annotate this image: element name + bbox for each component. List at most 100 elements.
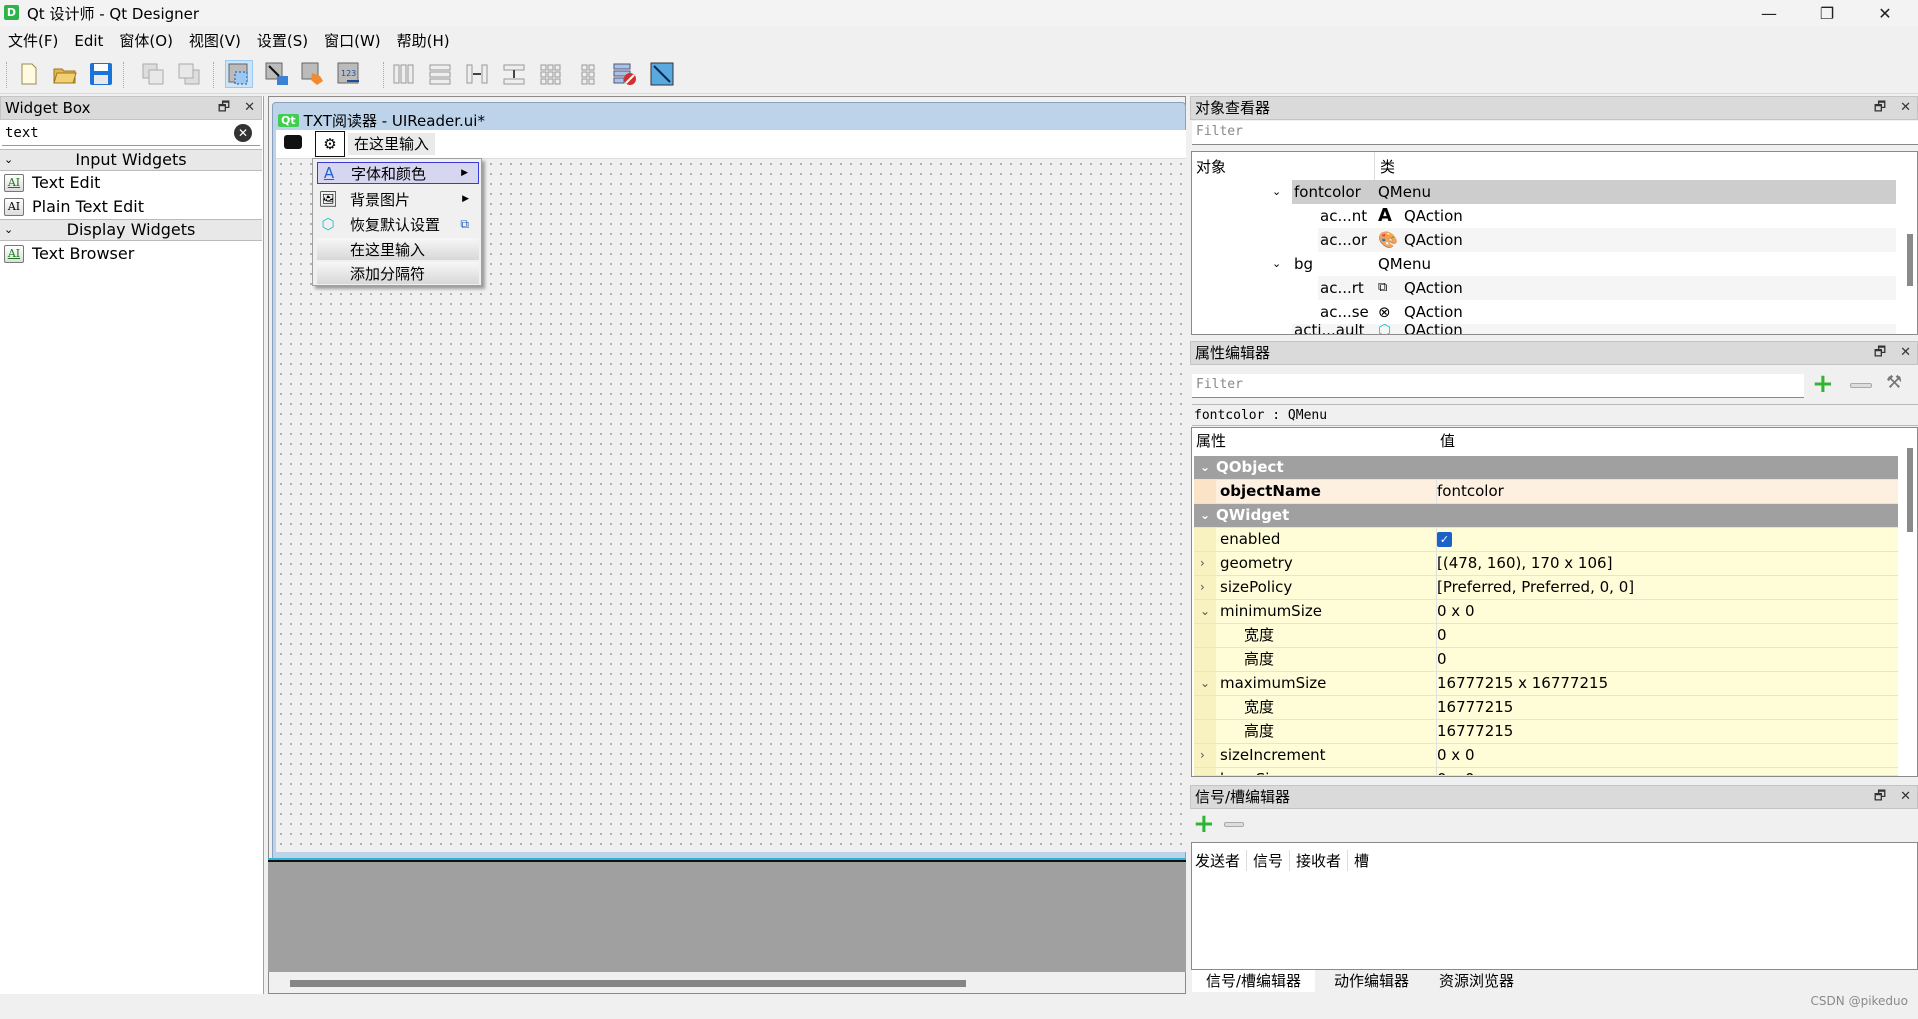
expand-icon[interactable]: ⌄ (1200, 504, 1210, 527)
property-row[interactable]: › sizeIncrement 0 x 0 (1194, 744, 1898, 768)
remove-connection-icon[interactable] (1224, 822, 1244, 827)
layout-vertical-icon[interactable] (426, 60, 454, 88)
tree-row-action[interactable]: ac...nt A QAction (1318, 204, 1896, 228)
column-header-slot[interactable]: 槽 (1348, 850, 1375, 871)
tree-row-bg[interactable]: ⌄ bg QMenu (1272, 252, 1896, 276)
layout-h-splitter-icon[interactable] (463, 60, 491, 88)
column-header-value[interactable]: 值 (1440, 430, 1455, 451)
send-to-back-icon[interactable] (139, 60, 167, 88)
enabled-checkbox[interactable]: ✓ (1437, 532, 1452, 547)
tab-action-editor[interactable]: 动作编辑器 (1320, 970, 1423, 992)
property-row[interactable]: ⌄ minimumSize 0 x 0 (1194, 600, 1898, 624)
float-icon[interactable]: 🗗 (1874, 789, 1886, 804)
widget-item-text-edit[interactable]: AI Text Edit (4, 171, 100, 194)
menu-item-type-here[interactable]: 在这里输入 (317, 238, 479, 260)
property-row[interactable]: › geometry [(478, 160), 170 x 106] (1194, 552, 1898, 576)
object-tree-scrollbar[interactable] (1907, 234, 1913, 286)
clear-search-icon[interactable]: ✕ (234, 124, 252, 142)
adjust-size-icon[interactable] (648, 60, 676, 88)
menu-item-add-separator[interactable]: 添加分隔符 (317, 262, 479, 284)
property-value[interactable]: 16777215 (1437, 720, 1513, 743)
property-row[interactable]: ⌄ maximumSize 16777215 x 16777215 (1194, 672, 1898, 696)
close-dock-icon[interactable]: ✕ (1900, 100, 1911, 115)
expand-icon[interactable]: › (1200, 552, 1205, 575)
menu-window[interactable]: 窗口(W) (322, 30, 389, 51)
column-header-property[interactable]: 属性 (1196, 430, 1226, 451)
tree-row-action[interactable]: ac...se ⊗ QAction (1318, 300, 1896, 324)
layout-v-splitter-icon[interactable] (500, 60, 528, 88)
edit-tab-order-icon[interactable]: 123 (335, 60, 363, 88)
property-row[interactable]: enabled ✓ (1194, 528, 1898, 552)
expand-icon[interactable]: ⌄ (1200, 600, 1210, 623)
property-row[interactable]: › sizePolicy [Preferred, Preferred, 0, 0] (1194, 576, 1898, 600)
property-value[interactable]: 0 x 0 (1437, 744, 1475, 767)
property-row[interactable]: objectName fontcolor (1194, 480, 1898, 504)
expand-icon[interactable]: ⌄ (1272, 252, 1281, 276)
menu-file[interactable]: 文件(F) (6, 30, 66, 51)
menu-view[interactable]: 视图(V) (187, 30, 249, 51)
menu-settings[interactable]: 设置(S) (255, 30, 316, 51)
tree-row-action[interactable]: acti...ault ⬡ QAction (1292, 324, 1896, 334)
property-filter-input[interactable]: Filter (1192, 374, 1804, 398)
menu-item-background-image[interactable]: 🖼 背景图片 ▶ (317, 188, 479, 210)
break-layout-icon[interactable] (611, 60, 639, 88)
close-button[interactable]: ✕ (1862, 0, 1908, 27)
restore-button[interactable]: ❐ (1804, 0, 1850, 27)
type-here-placeholder[interactable]: 在这里输入 (348, 133, 436, 155)
column-header-class[interactable]: 类 (1380, 155, 1395, 179)
menu-form[interactable]: 窗体(O) (117, 30, 181, 51)
property-group-row[interactable]: ⌄ QObject (1194, 456, 1898, 480)
add-action-icon[interactable]: ⧉ (460, 217, 469, 232)
menu-edit[interactable]: Edit (72, 32, 111, 50)
edit-buddies-icon[interactable] (299, 60, 327, 88)
property-group-row[interactable]: ⌄ QWidget (1194, 504, 1898, 528)
bring-to-front-icon[interactable] (175, 60, 203, 88)
property-row[interactable]: 高度 0 (1194, 648, 1898, 672)
minimize-button[interactable]: — (1746, 0, 1792, 27)
tab-resource-browser[interactable]: 资源浏览器 (1425, 970, 1528, 992)
remove-property-icon[interactable] (1850, 383, 1872, 388)
toolbar-handle[interactable] (6, 62, 7, 88)
save-icon[interactable] (87, 60, 115, 88)
edit-signals-slots-icon[interactable] (263, 60, 291, 88)
expand-icon[interactable]: › (1200, 576, 1205, 599)
edit-widgets-icon[interactable] (225, 60, 253, 88)
add-connection-icon[interactable]: + (1193, 811, 1215, 837)
property-row[interactable]: › baseSize 0 x 0 (1194, 768, 1898, 776)
tree-row-fontcolor[interactable]: ⌄ fontcolor QMenu (1272, 180, 1896, 204)
menu-item-restore-defaults[interactable]: ⬡ 恢复默认设置 ⧉ (317, 213, 479, 235)
expand-icon[interactable]: ⌄ (1272, 180, 1281, 204)
property-value[interactable]: 0 (1437, 648, 1447, 671)
tree-row-action[interactable]: ac...rt ⧉ QAction (1318, 276, 1896, 300)
close-dock-icon[interactable]: ✕ (1900, 789, 1911, 804)
column-header-receiver[interactable]: 接收者 (1290, 850, 1349, 871)
layout-form-icon[interactable] (574, 60, 602, 88)
property-value[interactable]: [(478, 160), 170 x 106] (1437, 552, 1612, 575)
property-value[interactable]: 16777215 x 16777215 (1437, 672, 1608, 695)
property-row[interactable]: 高度 16777215 (1194, 720, 1898, 744)
menu-help[interactable]: 帮助(H) (395, 30, 458, 51)
expand-icon[interactable]: ⌄ (1200, 672, 1210, 695)
category-display-widgets[interactable]: ⌄ Display Widgets (0, 219, 262, 241)
property-value[interactable]: 0 x 0 (1437, 600, 1475, 623)
widget-box-search-input[interactable]: text (2, 122, 260, 146)
property-value[interactable]: fontcolor (1437, 480, 1504, 503)
new-file-icon[interactable] (15, 60, 43, 88)
column-header-sender[interactable]: 发送者 (1195, 850, 1248, 871)
float-icon[interactable]: 🗗 (1874, 345, 1886, 360)
tab-signal-slot-editor[interactable]: 信号/槽编辑器 (1192, 970, 1316, 992)
column-header-object[interactable]: 对象 (1196, 155, 1226, 179)
close-dock-icon[interactable]: ✕ (244, 100, 255, 115)
property-value[interactable]: 0 (1437, 624, 1447, 647)
settings-gear-icon[interactable]: ⚙ (315, 131, 345, 157)
property-value[interactable]: [Preferred, Preferred, 0, 0] (1437, 576, 1634, 599)
property-value[interactable]: 0 x 0 (1437, 768, 1475, 775)
horizontal-scrollbar[interactable] (290, 980, 966, 987)
expand-icon[interactable]: › (1200, 744, 1205, 767)
folder-menu-icon[interactable] (284, 135, 302, 149)
object-inspector-filter-input[interactable]: Filter (1192, 121, 1918, 145)
menu-item-font-color[interactable]: A 字体和颜色 ▶ (317, 162, 479, 184)
expand-icon[interactable]: › (1200, 768, 1205, 775)
open-folder-icon[interactable] (51, 60, 79, 88)
configure-wrench-icon[interactable]: ⚒ (1886, 372, 1902, 393)
